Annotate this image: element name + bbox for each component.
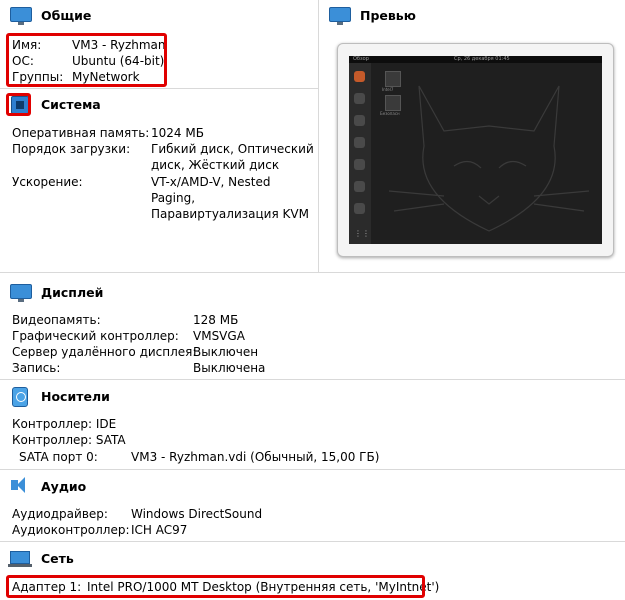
storage-sata-port-value: VM3 - Ryzhman.vdi (Обычный, 15,00 ГБ) [131,450,380,464]
system-boot-label: Порядок загрузки: [12,142,131,156]
monitor-icon [9,283,32,302]
preview-section-header[interactable]: Превью [319,3,416,27]
highlight-box-general [6,33,167,87]
display-vram-value: 128 МБ [193,313,239,327]
vm-topbar: Обзор Ср, 26 декабря 01:45 [349,56,602,63]
display-rdp-label: Сервер удалённого дисплея: [12,345,197,359]
storage-sata-controller: Контроллер: SATA [12,433,126,447]
display-rdp-value: Выключен [193,345,259,359]
display-section-header[interactable]: Дисплей [0,280,103,304]
display-controller-label: Графический контроллер: [12,329,179,343]
system-accel-value-2: Paging, [151,191,196,205]
system-accel-value-3: Паравиртуализация KVM [151,207,309,221]
display-recording-label: Запись: [12,361,61,375]
audio-driver-value: Windows DirectSound [131,507,263,521]
speaker-icon [9,477,31,495]
vm-dock: ⋮⋮ [349,63,371,244]
audio-section-header[interactable]: Аудио [0,474,86,498]
monitor-icon [9,6,32,25]
audio-title: Аудио [41,478,87,494]
network-section-header[interactable]: Сеть [0,546,74,570]
divider [0,272,625,273]
highlight-box-system-icon [6,93,31,116]
system-ram-value: 1024 МБ [151,126,204,140]
audio-driver-label: Аудиодрайвер: [12,507,108,521]
monitor-icon [328,6,351,25]
system-ram-label: Оперативная память: [12,126,150,140]
general-title: Общие [41,7,92,23]
storage-ide-controller: Контроллер: IDE [12,417,117,431]
divider [0,469,625,470]
display-controller-value: VMSVGA [193,329,245,343]
storage-section-header[interactable]: Носители [0,384,110,408]
divider [0,88,318,89]
divider [0,379,625,380]
desktop-icon [385,95,401,111]
storage-title: Носители [41,388,110,404]
storage-sata-port-label: SATA порт 0: [19,450,98,464]
system-accel-value-1: VT-x/AMD-V, Nested [151,175,271,189]
system-boot-value-1: Гибкий диск, Оптический [151,142,314,156]
display-title: Дисплей [41,284,104,300]
divider [0,541,625,542]
disk-icon [9,387,31,407]
vm-screen: Обзор Ср, 26 декабря 01:45 ⋮⋮ Intel7 Без… [349,56,602,244]
system-accel-label: Ускорение: [12,175,83,189]
system-boot-value-2: диск, Жёсткий диск [151,158,280,172]
preview-thumbnail[interactable]: Обзор Ср, 26 декабря 01:45 ⋮⋮ Intel7 Без… [337,43,614,257]
network-icon [8,549,32,567]
general-section-header[interactable]: Общие [0,3,91,27]
network-title: Сеть [41,550,74,566]
vertical-divider [318,0,319,272]
audio-controller-label: Аудиоконтроллер: [12,523,130,537]
display-recording-value: Выключена [193,361,266,375]
system-title: Система [41,96,101,112]
preview-title: Превью [360,7,416,23]
audio-controller-value: ICH AC97 [131,523,188,537]
display-vram-label: Видеопамять: [12,313,101,327]
highlight-box-network [6,575,425,598]
desktop-icon [385,71,401,87]
